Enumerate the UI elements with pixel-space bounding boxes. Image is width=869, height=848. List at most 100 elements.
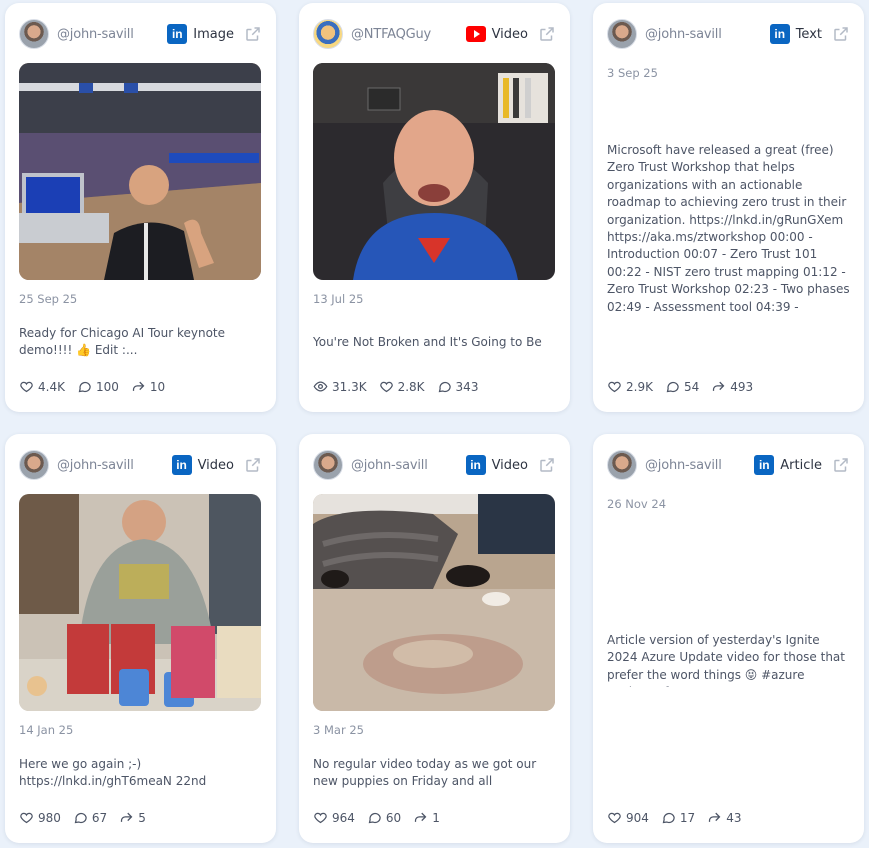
avatar[interactable] [313, 450, 343, 480]
linkedin-icon: in [465, 455, 486, 475]
shares-stat: 43 [707, 810, 741, 825]
heart-icon [379, 381, 393, 393]
post-card[interactable]: @NTFAQGuy Video 13 Jul 25 You're Not Bro… [299, 3, 570, 412]
post-date: 14 Jan 25 [19, 723, 74, 737]
youtube-icon [465, 24, 486, 44]
post-card[interactable]: @john-savill in Text 3 Sep 25 Microsoft … [593, 3, 864, 412]
card-header: @NTFAQGuy Video [313, 19, 556, 49]
avatar[interactable] [19, 19, 49, 49]
likes-stat: 4.4K [19, 379, 65, 394]
platform-badge: Video [465, 24, 528, 44]
post-date: 3 Mar 25 [313, 723, 364, 737]
shares-count: 1 [432, 810, 440, 825]
post-text: Ready for Chicago AI Tour keynote demo!!… [19, 326, 226, 358]
post-type-label: Video [491, 457, 528, 473]
post-card[interactable]: @john-savill in Video 3 Mar 25 No regula… [299, 434, 570, 843]
likes-count: 2.9K [626, 379, 653, 394]
comments-count: 17 [679, 810, 696, 825]
shares-count: 493 [730, 379, 754, 394]
engagement-stats: 31.3K 2.8K 343 [313, 379, 556, 394]
post-date: 25 Sep 25 [19, 292, 78, 306]
external-link-icon[interactable] [244, 25, 262, 43]
heart-icon [20, 381, 33, 393]
heart-icon [608, 812, 621, 824]
shares-count: 10 [149, 379, 166, 394]
card-header: @john-savill in Image [19, 19, 262, 49]
post-text: Microsoft have released a great (free) Z… [607, 143, 850, 314]
card-header: @john-savill in Article [607, 450, 850, 480]
post-type-label: Image [193, 26, 234, 42]
external-link-icon[interactable] [538, 25, 556, 43]
author-handle[interactable]: @john-savill [645, 458, 754, 473]
post-card[interactable]: @john-savill in Image 25 Sep 25 Ready fo… [5, 3, 276, 412]
likes-count: 2.8K [397, 379, 425, 394]
shares-stat: 1 [413, 810, 440, 825]
comments-count: 60 [385, 810, 402, 825]
linkedin-icon: in [167, 24, 188, 44]
engagement-stats: 964 60 1 [313, 810, 556, 825]
author-handle[interactable]: @john-savill [351, 458, 466, 473]
post-date: 13 Jul 25 [313, 292, 364, 306]
puppies-photo [313, 494, 555, 711]
shares-stat: 10 [131, 379, 165, 394]
heart-icon [20, 812, 33, 824]
post-text: Here we go again ;-) https://lnkd.in/ghT… [19, 757, 207, 792]
post-date: 26 Nov 24 [607, 497, 667, 511]
external-link-icon[interactable] [538, 456, 556, 474]
avatar[interactable] [19, 450, 49, 480]
video-thumbnail[interactable] [19, 494, 261, 711]
external-link-icon[interactable] [832, 25, 850, 43]
share-icon [132, 381, 145, 391]
comments-stat: 60 [367, 810, 401, 825]
likes-count: 980 [38, 810, 61, 825]
avatar[interactable] [607, 450, 637, 480]
author-handle[interactable]: @john-savill [57, 458, 172, 473]
comment-icon [78, 381, 91, 393]
comments-stat: 100 [77, 379, 119, 394]
shares-stat: 493 [711, 379, 753, 394]
keynote-hall-photo [19, 63, 261, 280]
post-card[interactable]: @john-savill in Article 26 Nov 24 Articl… [593, 434, 864, 843]
kitchen-video-photo [19, 494, 261, 711]
comments-stat: 54 [665, 379, 699, 394]
likes-count: 904 [626, 810, 649, 825]
engagement-stats: 4.4K 100 10 [19, 379, 262, 394]
platform-badge: in Video [171, 455, 234, 475]
author-handle[interactable]: @john-savill [57, 27, 167, 42]
external-link-icon[interactable] [244, 456, 262, 474]
share-icon [709, 812, 721, 822]
comment-icon [666, 381, 679, 393]
post-type-label: Text [795, 26, 822, 42]
heart-icon [608, 381, 621, 393]
card-header: @john-savill in Text [607, 19, 850, 49]
external-link-icon[interactable] [832, 456, 850, 474]
post-text: Article version of yesterday's Ignite 20… [607, 633, 845, 687]
author-handle[interactable]: @NTFAQGuy [351, 27, 466, 42]
engagement-stats: 980 67 5 [19, 810, 262, 825]
share-icon [121, 812, 133, 822]
post-text: No regular video today as we got our new… [313, 757, 537, 792]
video-thumbnail[interactable] [313, 63, 555, 280]
share-icon [713, 381, 725, 391]
avatar[interactable] [607, 19, 637, 49]
avatar[interactable] [313, 19, 343, 49]
post-image[interactable] [19, 63, 261, 280]
platform-badge: in Video [465, 455, 528, 475]
engagement-stats: 904 17 43 [607, 810, 850, 825]
shares-count: 43 [726, 810, 742, 825]
comments-count: 100 [95, 379, 119, 394]
views-count: 31.3K [332, 379, 367, 394]
author-handle[interactable]: @john-savill [645, 27, 770, 42]
likes-stat: 2.9K [607, 379, 653, 394]
comment-icon [662, 812, 675, 824]
post-card[interactable]: @john-savill in Video 14 Jan 25 Here we … [5, 434, 276, 843]
shares-count: 5 [138, 810, 146, 825]
post-type-label: Article [780, 457, 822, 473]
likes-count: 4.4K [38, 379, 65, 394]
views-stat: 31.3K [313, 379, 367, 394]
platform-badge: in Article [754, 455, 822, 475]
share-icon [415, 812, 427, 822]
comment-icon [368, 812, 381, 824]
video-thumbnail[interactable] [313, 494, 555, 711]
platform-badge: in Image [167, 24, 234, 44]
